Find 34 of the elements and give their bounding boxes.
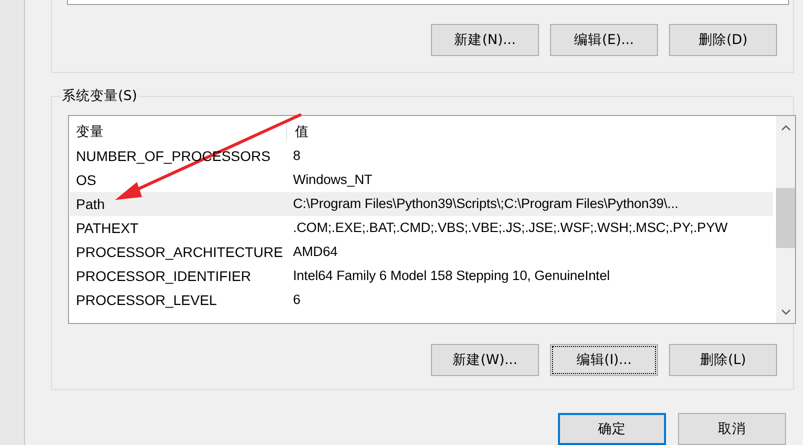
variable-value: 6 (293, 292, 300, 308)
dialog-button[interactable]: 删除(L) (669, 344, 777, 376)
variable-value: 8 (293, 148, 300, 164)
variable-value: C:\Program Files\Python39\Scripts\;C:\Program Files\Python39\... (293, 196, 678, 212)
dialog-button[interactable]: 确定 (558, 413, 666, 445)
column-header[interactable]: 值 (287, 122, 309, 141)
scroll-up-icon[interactable] (780, 124, 790, 131)
list-row[interactable]: PROCESSOR_IDENTIFIER Intel64 Family 6 Model 158 Stepping 10, GenuineIntel (70, 264, 773, 288)
scroll-down-icon[interactable] (780, 308, 790, 315)
list-row[interactable]: Path C:\Program Files\Python39\Scripts\;C:\Program Files\Python39\... (70, 192, 773, 216)
variable-value: AMD64 (293, 244, 338, 260)
dialog-button[interactable]: 编辑(E)... (550, 24, 658, 56)
column-header[interactable]: 变量 (70, 122, 287, 141)
variable-name: PROCESSOR_LEVEL (75, 292, 218, 308)
variable-value: Windows_NT (293, 172, 372, 188)
dialog-button[interactable]: 新建(N)... (431, 24, 539, 56)
variable-name: Path (75, 196, 106, 212)
group-title: 系统变量(S) (60, 86, 140, 105)
variable-value: Intel64 Family 6 Model 158 Stepping 10, GenuineIntel (293, 268, 610, 284)
dialog-button[interactable]: 删除(D) (669, 24, 777, 56)
variable-value: .COM;.EXE;.BAT;.CMD;.VBS;.VBE;.JS;.JSE;.WSF;.WSH;.MSC;.PY;.PYW (293, 220, 728, 236)
variable-name: PROCESSOR_IDENTIFIER (75, 268, 252, 284)
list-row[interactable]: PROCESSOR_LEVEL 6 (70, 288, 773, 312)
scroll-thumb[interactable] (776, 188, 795, 248)
dialog-button[interactable]: 取消 (678, 413, 786, 445)
variable-name: PROCESSOR_ARCHITECTURE (75, 244, 284, 260)
list-row[interactable]: PATHEXT .COM;.EXE;.BAT;.CMD;.VBS;.VBE;.JS;.JSE;.WSF;.WSH;.MSC;.PY;.PYW (70, 216, 773, 240)
list-row[interactable]: OS Windows_NT (70, 168, 773, 192)
scrollbar[interactable] (776, 116, 795, 323)
dialog-button[interactable]: 编辑(I)... (550, 344, 658, 376)
variable-name: OS (75, 172, 98, 188)
dialog-button[interactable]: 新建(W)... (431, 344, 539, 376)
list-row[interactable]: PROCESSOR_ARCHITECTURE AMD64 (70, 240, 773, 264)
variable-name: PATHEXT (75, 220, 140, 236)
